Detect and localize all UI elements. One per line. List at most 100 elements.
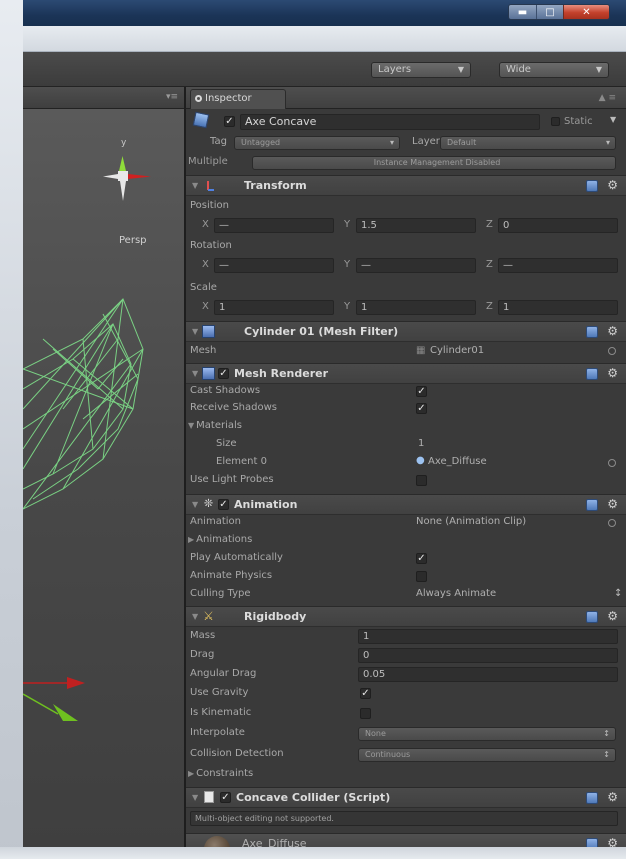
object-picker-icon[interactable] — [608, 347, 616, 355]
play-auto-checkbox[interactable]: ✓ — [416, 553, 427, 564]
object-picker-icon[interactable] — [608, 459, 616, 467]
angular-drag-field[interactable]: 0.05 — [358, 667, 618, 682]
axis-x-label: X — [202, 259, 209, 270]
play-auto-label: Play Automatically — [190, 552, 283, 563]
scale-y-field[interactable]: 1 — [356, 300, 476, 315]
mesh-renderer-enabled-checkbox[interactable]: ✓ — [218, 368, 229, 379]
collision-dropdown[interactable]: Continuous ↕ — [358, 748, 616, 762]
active-checkbox[interactable]: ✓ — [224, 116, 235, 127]
constraints-row[interactable]: ▶ Constraints — [186, 765, 626, 784]
script-icon — [204, 791, 214, 803]
position-x-field[interactable]: — — [214, 218, 334, 233]
layer-dropdown[interactable]: Default ▾ — [440, 136, 616, 150]
chevron-down-icon: ▾ — [389, 138, 394, 147]
position-row: X — Y 1.5 Z 0 — [186, 216, 626, 235]
animate-physics-checkbox[interactable] — [416, 571, 427, 582]
scale-z-field[interactable]: 1 — [498, 300, 618, 315]
gear-icon[interactable]: ⚙ — [607, 609, 618, 623]
material-header[interactable]: Axe_Diffuse ⚙ — [186, 833, 626, 847]
updown-arrow-icon[interactable]: ↕ — [614, 588, 622, 599]
layout-dropdown[interactable]: Wide ▼ — [499, 62, 609, 78]
object-picker-icon[interactable] — [608, 519, 616, 527]
foldout-arrow-icon[interactable]: ▶ — [188, 535, 194, 544]
minimize-button[interactable]: ▬ — [509, 5, 536, 19]
gear-icon[interactable]: ⚙ — [607, 366, 618, 380]
multi-edit-row: Multi-object editing not supported. — [186, 809, 626, 828]
size-value[interactable]: 1 — [418, 438, 424, 449]
light-probes-checkbox[interactable] — [416, 475, 427, 486]
help-book-icon[interactable] — [586, 792, 598, 804]
drag-field[interactable]: 0 — [358, 648, 618, 663]
panel-menu-icon[interactable]: ▲ ≡ — [599, 93, 616, 103]
panel-menu-icon[interactable]: ▾≡ — [166, 92, 178, 102]
maximize-button[interactable]: □ — [536, 5, 563, 19]
drag-label: Drag — [190, 649, 215, 660]
is-kinematic-checkbox[interactable] — [360, 708, 371, 719]
play-auto-row: Play Automatically ✓ — [186, 551, 626, 567]
object-header: ✓ Axe Concave Static ▼ — [186, 111, 626, 133]
tag-dropdown[interactable]: Untagged ▾ — [234, 136, 400, 150]
help-book-icon[interactable] — [586, 611, 598, 623]
animation-header[interactable]: ▼ ❊ ✓ Animation ⚙ — [186, 494, 626, 515]
concave-collider-enabled-checkbox[interactable]: ✓ — [220, 792, 231, 803]
position-y-field[interactable]: 1.5 — [356, 218, 476, 233]
animation-enabled-checkbox[interactable]: ✓ — [218, 499, 229, 510]
tab-inspector[interactable]: Inspector — [190, 89, 286, 109]
gear-icon[interactable]: ⚙ — [607, 836, 618, 847]
foldout-arrow-icon[interactable]: ▼ — [192, 793, 198, 802]
layers-dropdown[interactable]: Layers ▼ — [371, 62, 471, 78]
chevron-down-icon[interactable]: ▼ — [610, 115, 616, 124]
animations-row[interactable]: ▶ Animations — [186, 533, 626, 549]
interpolate-dropdown[interactable]: None ↕ — [358, 727, 616, 741]
help-book-icon[interactable] — [586, 838, 598, 847]
cast-shadows-checkbox[interactable]: ✓ — [416, 386, 427, 397]
culling-label: Culling Type — [190, 588, 251, 599]
scene-gizmo[interactable] — [103, 144, 151, 201]
transform-header[interactable]: ▼ Transform ⚙ — [186, 175, 626, 196]
help-book-icon[interactable] — [586, 499, 598, 511]
foldout-arrow-icon[interactable]: ▼ — [192, 369, 198, 378]
mass-field[interactable]: 1 — [358, 629, 618, 644]
animation-value[interactable]: None (Animation Clip) — [416, 516, 526, 527]
scale-x-field[interactable]: 1 — [214, 300, 334, 315]
menu-bar — [23, 26, 626, 52]
move-handle[interactable] — [23, 677, 85, 721]
close-button[interactable]: ✕ — [563, 5, 609, 19]
static-checkbox[interactable] — [551, 117, 560, 126]
scene-view[interactable]: y Persp — [23, 109, 184, 847]
scene-canvas[interactable]: y — [23, 109, 184, 847]
mesh-value[interactable]: Cylinder01 — [430, 345, 484, 356]
foldout-arrow-icon[interactable]: ▼ — [192, 612, 198, 621]
rotation-z-field[interactable]: — — [498, 258, 618, 273]
foldout-arrow-icon[interactable]: ▶ — [188, 769, 194, 778]
receive-shadows-checkbox[interactable]: ✓ — [416, 403, 427, 414]
rigidbody-header[interactable]: ▼ ⚔ Rigidbody ⚙ — [186, 606, 626, 627]
culling-value[interactable]: Always Animate — [416, 588, 496, 599]
concave-collider-header[interactable]: ▼ ✓ Concave Collider (Script) ⚙ — [186, 787, 626, 808]
element0-row: Element 0 ● Axe_Diffuse — [186, 455, 626, 471]
help-book-icon[interactable] — [586, 180, 598, 192]
foldout-arrow-icon[interactable]: ▼ — [192, 500, 198, 509]
object-name-field[interactable]: Axe Concave — [240, 114, 540, 130]
foldout-arrow-icon[interactable]: ▼ — [192, 181, 198, 190]
materials-row[interactable]: ▼ Materials — [186, 419, 626, 435]
rotation-x-field[interactable]: — — [214, 258, 334, 273]
position-z-field[interactable]: 0 — [498, 218, 618, 233]
gear-icon[interactable]: ⚙ — [607, 324, 618, 338]
gear-icon[interactable]: ⚙ — [607, 178, 618, 192]
help-book-icon[interactable] — [586, 368, 598, 380]
mesh-label: Mesh — [190, 345, 217, 356]
gear-icon[interactable]: ⚙ — [607, 790, 618, 804]
mesh-renderer-header[interactable]: ▼ ✓ Mesh Renderer ⚙ — [186, 363, 626, 384]
gear-icon[interactable]: ⚙ — [607, 497, 618, 511]
mesh-filter-header[interactable]: ▼ Cylinder 01 (Mesh Filter) ⚙ — [186, 321, 626, 342]
element0-value[interactable]: Axe_Diffuse — [428, 456, 487, 467]
mesh-row: Mesh ▦ Cylinder01 — [186, 342, 626, 361]
interpolate-value: None — [365, 729, 386, 738]
rotation-y-field[interactable]: — — [356, 258, 476, 273]
use-gravity-checkbox[interactable]: ✓ — [360, 688, 371, 699]
help-book-icon[interactable] — [586, 326, 598, 338]
animation-icon: ❊ — [203, 497, 214, 510]
foldout-arrow-icon[interactable]: ▼ — [188, 421, 194, 430]
foldout-arrow-icon[interactable]: ▼ — [192, 327, 198, 336]
